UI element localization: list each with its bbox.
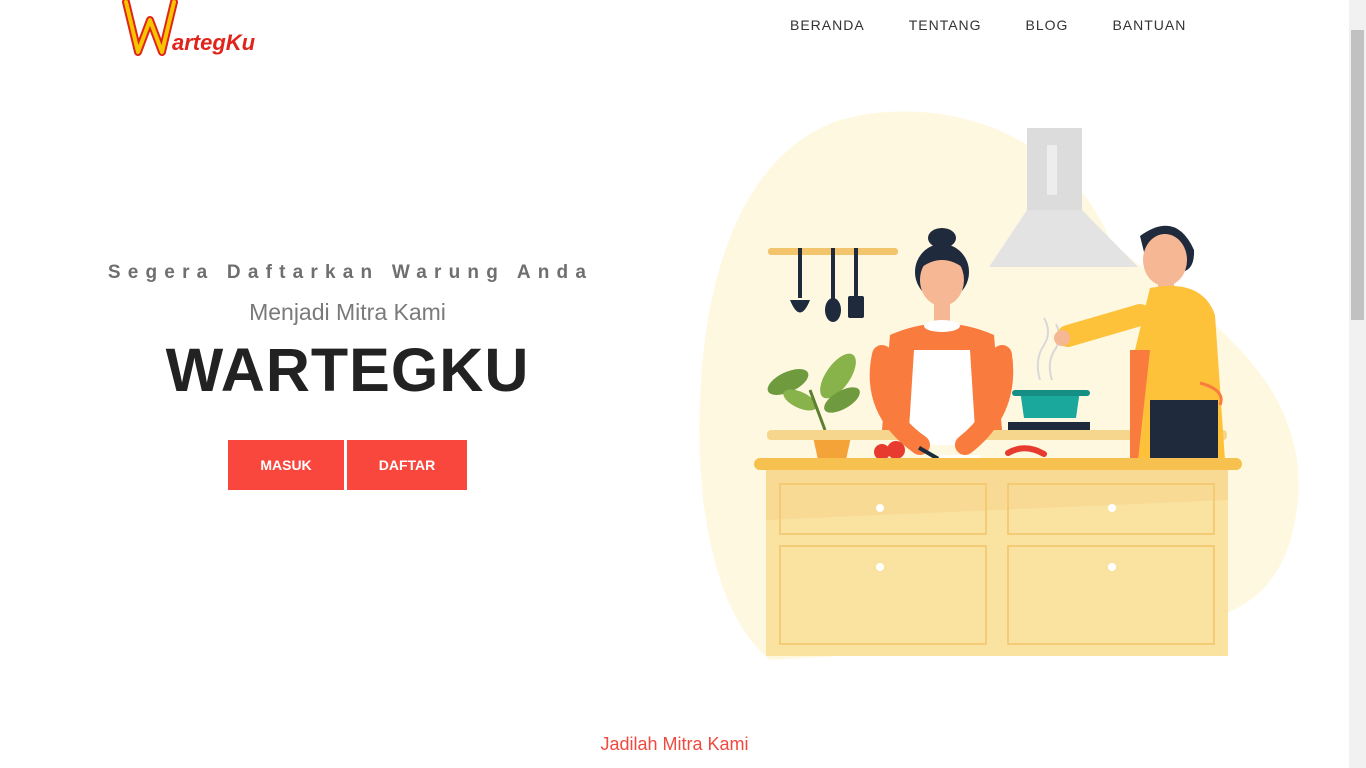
nav-item-bantuan[interactable]: BANTUAN (1112, 17, 1186, 33)
login-button[interactable]: MASUK (228, 440, 344, 490)
register-button[interactable]: DAFTAR (347, 440, 467, 490)
svg-text:artegKu: artegKu (172, 30, 256, 55)
hero-tagline: Segera Daftarkan Warung Anda (107, 262, 594, 283)
kitchen-illustration (690, 100, 1310, 670)
nav-item-blog[interactable]: BLOG (1026, 17, 1069, 33)
logo-icon: artegKu (122, 0, 256, 56)
kitchen-cooking-couple-illustration-icon (699, 111, 1299, 660)
page-scrollbar[interactable] (1349, 0, 1366, 768)
hero-buttons: MASUK DAFTAR (228, 440, 467, 490)
main-nav: BERANDA TENTANG BLOG BANTUAN (768, 17, 1208, 33)
nav-item-tentang[interactable]: TENTANG (909, 17, 982, 33)
hero-subtitle: Menjadi Mitra Kami (249, 299, 446, 325)
section-label: Jadilah Mitra Kami (600, 734, 749, 754)
hero-text: Segera Daftarkan Warung Anda Menjadi Mit… (100, 262, 595, 402)
nav-item-beranda[interactable]: BERANDA (790, 17, 865, 33)
scrollbar-thumb[interactable] (1351, 30, 1364, 320)
hero-title: WARTEGKU (165, 336, 530, 404)
wartegku-logo[interactable]: artegKu (120, 0, 270, 58)
